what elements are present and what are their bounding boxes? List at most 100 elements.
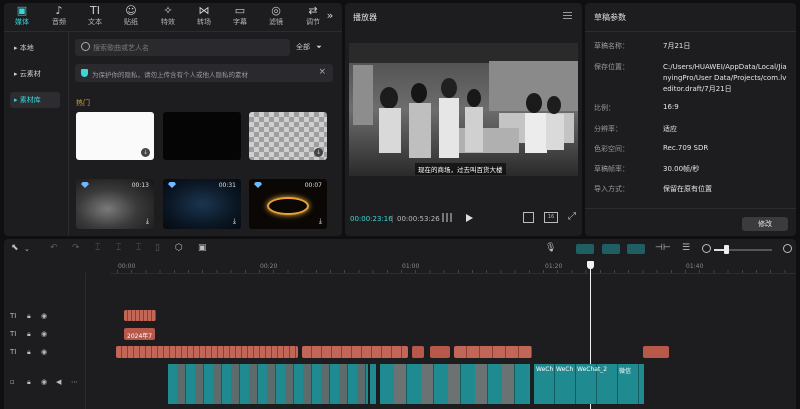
- menu-icon[interactable]: [563, 12, 572, 19]
- sidebar-item-local[interactable]: ▸ 本地: [10, 40, 60, 56]
- main-track-magnet-button[interactable]: [576, 244, 594, 254]
- align-icon[interactable]: ☰: [682, 243, 690, 253]
- zoom-fit-icon[interactable]: [783, 244, 792, 253]
- track-header-divider: [85, 273, 86, 409]
- split-left-icon[interactable]: ⌶: [116, 243, 121, 253]
- fullscreen-icon[interactable]: ⤢: [568, 211, 576, 222]
- grid-icon[interactable]: [442, 213, 453, 222]
- ratio-icon[interactable]: 16: [544, 212, 558, 223]
- eye-icon[interactable]: ◉: [41, 330, 47, 338]
- media-thumb-particles[interactable]: 00:31 ⤓: [163, 179, 241, 229]
- prop-label-framerate: 草稿帧率：: [594, 165, 629, 173]
- prop-label-resolution: 分辨率：: [594, 125, 622, 133]
- section-label-hot: 热门: [76, 99, 90, 107]
- total-time: 00:00:53:26: [397, 215, 440, 223]
- auto-snap-button[interactable]: [602, 244, 620, 254]
- video-clip-wechat[interactable]: WeCh WeCh WeChat_2 微信: [534, 364, 644, 404]
- video-clips-strip-1[interactable]: [168, 364, 368, 404]
- tab-transition[interactable]: ⋈ 转场: [191, 4, 217, 27]
- eye-icon[interactable]: ◉: [41, 348, 47, 356]
- media-thumb-white[interactable]: ↓: [76, 112, 154, 160]
- toolbar-divider: [4, 31, 342, 32]
- audio-mute-icon[interactable]: ◀: [56, 378, 61, 386]
- sidebar-divider: [68, 32, 69, 236]
- video-preview[interactable]: 现在的商场，过去叫百货大楼: [349, 43, 578, 176]
- subtitle-clip[interactable]: [412, 346, 424, 358]
- tab-effects[interactable]: ✧ 特效: [155, 4, 181, 27]
- preview-axis-icon[interactable]: ⊣⊢: [655, 243, 671, 253]
- subtitle-clips-mid[interactable]: [302, 346, 408, 358]
- shield-icon[interactable]: ⬡: [175, 243, 183, 253]
- prop-value-name: 7月21日: [663, 42, 691, 50]
- video-clips-strip-2[interactable]: [380, 364, 530, 404]
- redo-icon[interactable]: ↷: [72, 243, 80, 253]
- zoom-slider-handle[interactable]: [724, 245, 729, 254]
- chevron-down-icon[interactable]: ⌄: [24, 245, 30, 253]
- media-thumb-black[interactable]: [163, 112, 241, 160]
- text-track-icon: TI: [10, 348, 17, 356]
- crop-icon[interactable]: [523, 212, 534, 223]
- linkage-button[interactable]: [627, 244, 645, 254]
- premium-icon: [254, 182, 262, 188]
- premium-icon: [168, 182, 176, 188]
- eye-icon[interactable]: ◉: [41, 312, 47, 320]
- chevron-double-right-icon: »: [326, 9, 334, 22]
- text-clip[interactable]: 2024年7: [124, 328, 155, 340]
- modify-label: 修改: [758, 220, 772, 228]
- audio-icon: ♪: [55, 4, 63, 17]
- zoom-out-icon[interactable]: [702, 244, 711, 253]
- download-icon[interactable]: ⤓: [233, 217, 236, 226]
- download-icon[interactable]: ⤓: [319, 217, 322, 226]
- prop-label-ratio: 比例：: [594, 104, 615, 112]
- lock-icon[interactable]: 🔒︎: [27, 330, 31, 339]
- lock-icon[interactable]: 🔒︎: [27, 348, 31, 357]
- video-clip[interactable]: [370, 364, 376, 404]
- lock-icon[interactable]: 🔒︎: [27, 378, 31, 387]
- clip-label: 2024年7: [127, 333, 153, 340]
- download-icon[interactable]: ↓: [314, 148, 323, 157]
- subtitle-clip[interactable]: [643, 346, 669, 358]
- search-icon: [81, 42, 90, 51]
- media-thumb-transparent[interactable]: ↓: [249, 112, 327, 160]
- split-icon[interactable]: ⌶: [95, 243, 100, 253]
- play-icon[interactable]: [466, 214, 473, 222]
- media-thumb-gold-ring[interactable]: 00:07 ⤓: [249, 179, 327, 229]
- clip-label: WeCh: [536, 366, 554, 373]
- tab-filter[interactable]: ◎ 滤镜: [263, 4, 289, 27]
- undo-icon[interactable]: ↶: [50, 243, 58, 253]
- premium-icon: [81, 182, 89, 188]
- tab-label: 文本: [88, 18, 102, 26]
- media-thumb-smoke[interactable]: 00:13 ⤓: [76, 179, 154, 229]
- tab-caption[interactable]: ▭ 字幕: [227, 4, 253, 27]
- sidebar-item-library[interactable]: ▸ 素材库: [10, 92, 60, 108]
- modify-button[interactable]: 修改: [742, 217, 788, 231]
- download-icon[interactable]: ↓: [141, 148, 150, 157]
- tab-audio[interactable]: ♪ 音频: [46, 4, 72, 27]
- select-tool-icon[interactable]: ⬉: [11, 243, 19, 253]
- ruler-minor-ticks: [117, 270, 797, 273]
- more-tabs-button[interactable]: »: [322, 9, 338, 22]
- text-clip-group[interactable]: [124, 310, 156, 321]
- notice-text: 为保护你的隐私，请勿上传含有个人或他人隐私的素材: [92, 71, 248, 79]
- eye-icon[interactable]: ◉: [41, 378, 47, 386]
- tab-text[interactable]: TI 文本: [82, 4, 108, 27]
- download-icon[interactable]: ⤓: [146, 217, 149, 226]
- close-icon[interactable]: ×: [318, 67, 326, 77]
- sidebar-item-cloud[interactable]: ▸ 云素材: [10, 66, 60, 82]
- split-right-icon[interactable]: ⌶: [136, 243, 141, 253]
- search-input[interactable]: 搜索歌曲或艺人名: [93, 43, 149, 53]
- microphone-icon[interactable]: 🎙: [545, 243, 556, 253]
- tab-media[interactable]: ▣ 媒体: [9, 4, 35, 27]
- tab-sticker[interactable]: ☺ 贴纸: [118, 4, 144, 27]
- filter-dropdown[interactable]: 全部 ⏷: [296, 39, 334, 56]
- filter-icon: ⏷: [316, 43, 322, 51]
- subtitle-clips-right[interactable]: [454, 346, 532, 358]
- subtitle-clips-dense[interactable]: [116, 346, 298, 358]
- subtitle-clip[interactable]: [430, 346, 450, 358]
- image-icon[interactable]: ▣: [198, 243, 207, 253]
- more-icon[interactable]: ⋯: [71, 378, 78, 386]
- search-bar[interactable]: 搜索歌曲或艺人名: [75, 39, 290, 56]
- delete-icon[interactable]: ▯: [155, 243, 160, 253]
- playhead-handle[interactable]: [587, 261, 594, 269]
- lock-icon[interactable]: 🔒︎: [27, 312, 31, 321]
